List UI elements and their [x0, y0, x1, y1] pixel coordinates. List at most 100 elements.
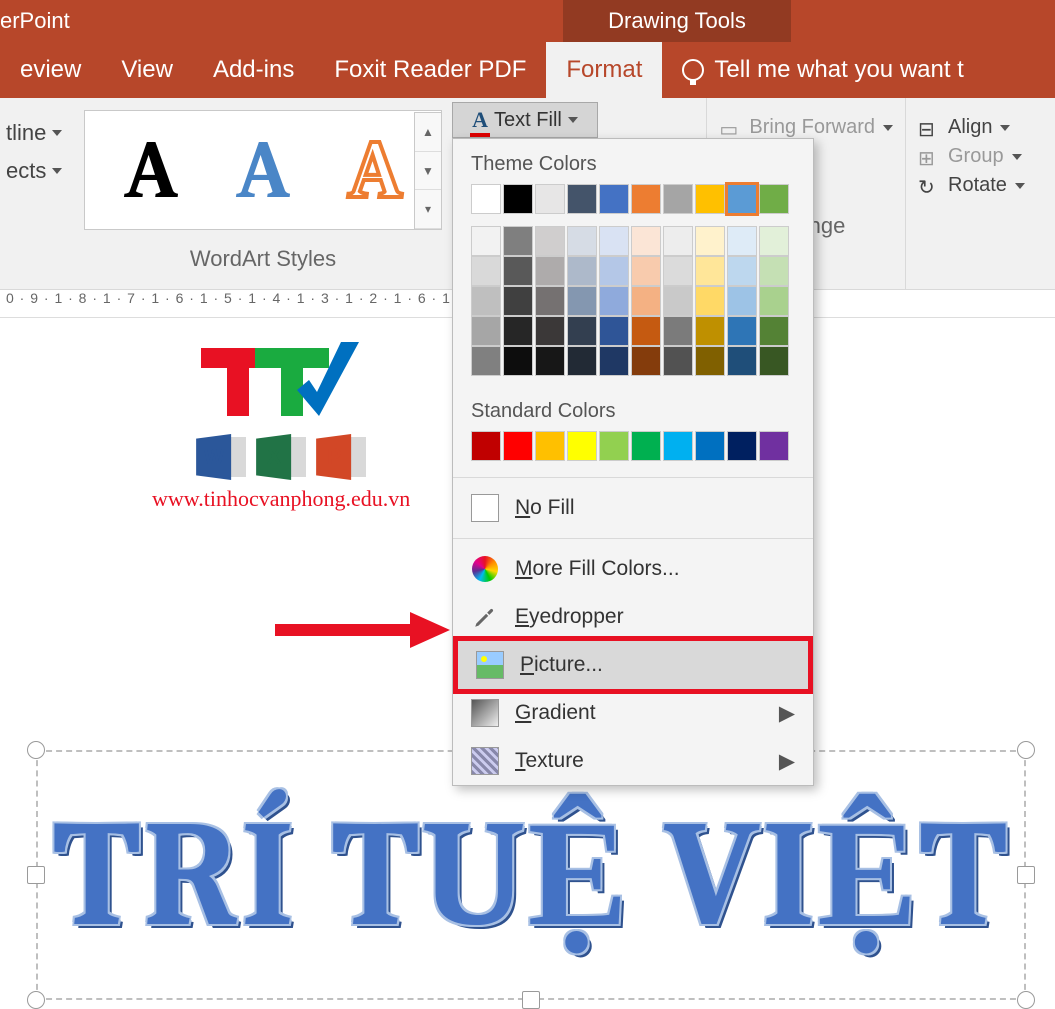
- color-swatch[interactable]: [759, 226, 789, 256]
- color-swatch[interactable]: [631, 316, 661, 346]
- color-swatch[interactable]: [695, 346, 725, 376]
- color-swatch[interactable]: [535, 346, 565, 376]
- color-swatch[interactable]: [535, 256, 565, 286]
- color-swatch[interactable]: [471, 346, 501, 376]
- color-swatch[interactable]: [503, 316, 533, 346]
- gradient-item[interactable]: Gradient ▶: [453, 689, 813, 737]
- color-swatch[interactable]: [503, 431, 533, 461]
- color-swatch[interactable]: [599, 184, 629, 214]
- more-fill-colors-item[interactable]: More Fill Colors...: [453, 545, 813, 593]
- color-swatch[interactable]: [759, 184, 789, 214]
- color-swatch[interactable]: [727, 346, 757, 376]
- tab-foxit[interactable]: Foxit Reader PDF: [314, 42, 546, 98]
- rotate-button[interactable]: ↻ Rotate: [918, 174, 1043, 197]
- color-swatch[interactable]: [471, 316, 501, 346]
- color-swatch[interactable]: [503, 256, 533, 286]
- color-swatch[interactable]: [663, 256, 693, 286]
- color-swatch[interactable]: [727, 226, 757, 256]
- color-swatch[interactable]: [503, 286, 533, 316]
- selected-wordart-shape[interactable]: TRÍ TUỆ VIỆT: [36, 750, 1026, 1000]
- tab-addins[interactable]: Add-ins: [193, 42, 314, 98]
- color-swatch[interactable]: [567, 256, 597, 286]
- color-swatch[interactable]: [535, 286, 565, 316]
- color-swatch[interactable]: [567, 286, 597, 316]
- color-swatch[interactable]: [567, 316, 597, 346]
- texture-item[interactable]: Texture ▶: [453, 737, 813, 785]
- color-swatch[interactable]: [727, 431, 757, 461]
- wordart-gallery[interactable]: A A A: [84, 110, 442, 230]
- color-swatch[interactable]: [631, 286, 661, 316]
- color-swatch[interactable]: [663, 346, 693, 376]
- color-swatch[interactable]: [535, 316, 565, 346]
- color-swatch[interactable]: [727, 286, 757, 316]
- color-swatch[interactable]: [695, 226, 725, 256]
- color-swatch[interactable]: [759, 316, 789, 346]
- scroll-up-icon[interactable]: ▲: [415, 113, 441, 152]
- submenu-arrow-icon: ▶: [779, 701, 795, 726]
- wordart-preset-3[interactable]: A: [348, 123, 402, 218]
- color-swatch[interactable]: [567, 184, 597, 214]
- tell-me[interactable]: Tell me what you want t: [662, 42, 983, 98]
- color-swatch[interactable]: [535, 431, 565, 461]
- color-swatch[interactable]: [471, 184, 501, 214]
- tab-format[interactable]: Format: [546, 42, 662, 98]
- color-swatch[interactable]: [471, 286, 501, 316]
- color-swatch[interactable]: [471, 431, 501, 461]
- color-swatch[interactable]: [599, 226, 629, 256]
- color-swatch[interactable]: [631, 346, 661, 376]
- color-swatch[interactable]: [759, 346, 789, 376]
- color-swatch[interactable]: [695, 256, 725, 286]
- color-swatch[interactable]: [727, 184, 757, 214]
- color-swatch[interactable]: [535, 184, 565, 214]
- group-button[interactable]: ⊞ Group: [918, 145, 1043, 168]
- tab-view[interactable]: View: [101, 42, 193, 98]
- wordart-preset-2[interactable]: A: [236, 123, 290, 218]
- color-swatch[interactable]: [631, 431, 661, 461]
- color-swatch[interactable]: [503, 346, 533, 376]
- color-swatch[interactable]: [471, 226, 501, 256]
- color-swatch[interactable]: [599, 316, 629, 346]
- color-swatch[interactable]: [759, 286, 789, 316]
- color-swatch[interactable]: [599, 346, 629, 376]
- color-swatch[interactable]: [663, 316, 693, 346]
- color-swatch[interactable]: [471, 256, 501, 286]
- color-swatch[interactable]: [599, 431, 629, 461]
- color-swatch[interactable]: [727, 256, 757, 286]
- color-swatch[interactable]: [631, 226, 661, 256]
- scroll-down-icon[interactable]: ▼: [415, 152, 441, 191]
- color-swatch[interactable]: [695, 286, 725, 316]
- color-swatch[interactable]: [759, 256, 789, 286]
- outline-stub[interactable]: tline: [6, 120, 70, 146]
- color-swatch[interactable]: [567, 226, 597, 256]
- color-swatch[interactable]: [663, 184, 693, 214]
- color-swatch[interactable]: [727, 316, 757, 346]
- color-swatch[interactable]: [663, 226, 693, 256]
- color-swatch[interactable]: [663, 286, 693, 316]
- gallery-expand-icon[interactable]: ▾: [415, 190, 441, 229]
- color-swatch[interactable]: [599, 286, 629, 316]
- color-swatch[interactable]: [759, 431, 789, 461]
- eyedropper-item[interactable]: Eyedropper: [453, 593, 813, 641]
- no-fill-item[interactable]: NNo Fillo Fill: [453, 484, 813, 532]
- tab-review[interactable]: eview: [0, 42, 101, 98]
- color-swatch[interactable]: [695, 316, 725, 346]
- gallery-scroll[interactable]: ▲ ▼ ▾: [414, 112, 442, 230]
- effects-stub[interactable]: ects: [6, 158, 70, 184]
- color-swatch[interactable]: [567, 431, 597, 461]
- color-swatch[interactable]: [535, 226, 565, 256]
- color-swatch[interactable]: [631, 256, 661, 286]
- color-swatch[interactable]: [599, 256, 629, 286]
- color-swatch[interactable]: [567, 346, 597, 376]
- color-swatch[interactable]: [503, 184, 533, 214]
- align-button[interactable]: ⊟ Align: [918, 116, 1043, 139]
- bring-forward-button[interactable]: ▭ Bring Forward: [719, 116, 893, 139]
- color-swatch[interactable]: [503, 226, 533, 256]
- text-fill-button[interactable]: A Text Fill: [452, 102, 598, 138]
- color-swatch[interactable]: [695, 431, 725, 461]
- wordart-text[interactable]: TRÍ TUỆ VIỆT: [36, 750, 1026, 1000]
- color-swatch[interactable]: [663, 431, 693, 461]
- color-swatch[interactable]: [695, 184, 725, 214]
- wordart-preset-1[interactable]: A: [124, 123, 178, 218]
- picture-fill-item[interactable]: Picture...: [458, 641, 808, 689]
- color-swatch[interactable]: [631, 184, 661, 214]
